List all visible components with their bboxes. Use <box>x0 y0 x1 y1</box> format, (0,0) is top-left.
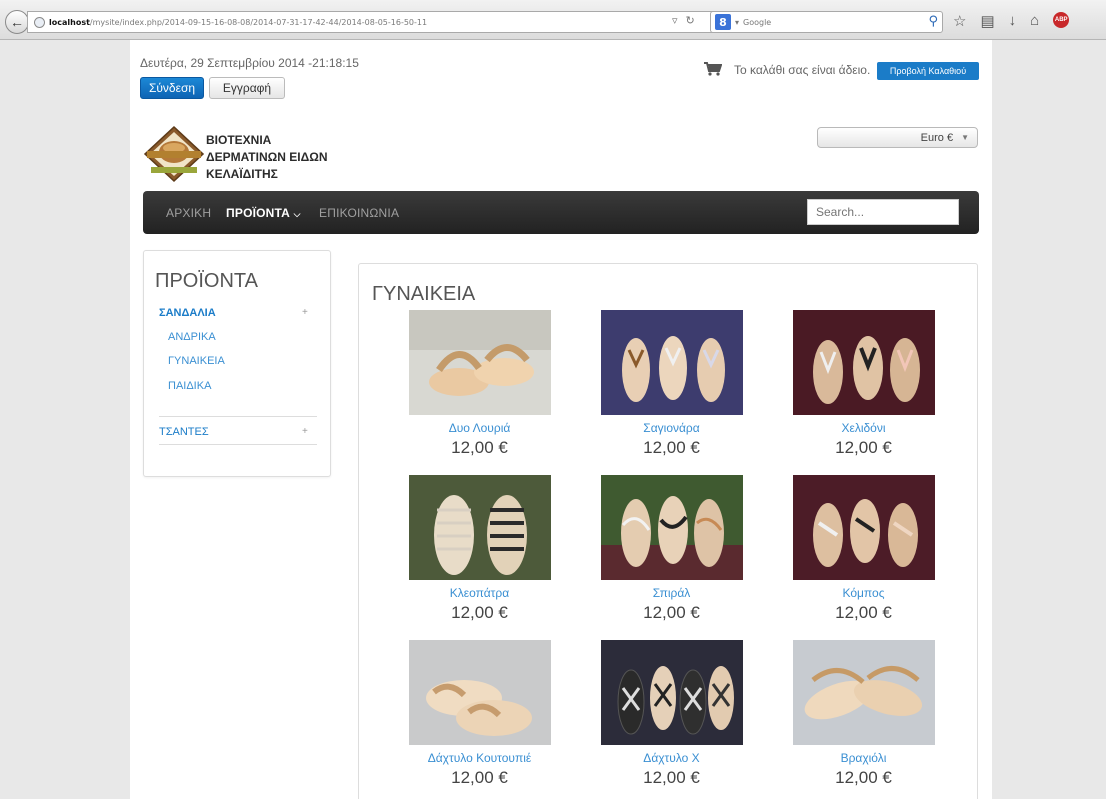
main-navbar: ΑΡΧΙΚΗ ΠΡΟΪΟΝΤΑ ⌵ ΕΠΙΚΟΙΝΩΝΙΑ <box>143 191 979 234</box>
browser-toolbar-icons: ☆ ▤ ↓ ⌂ ABP <box>953 12 1070 30</box>
star-icon[interactable]: ☆ <box>953 12 966 30</box>
login-button[interactable]: Σύνδεση <box>140 77 204 99</box>
google-icon: 8 <box>715 14 731 30</box>
chevron-down-icon: ▼ <box>961 133 969 142</box>
page-container: Δευτέρα, 29 Σεπτεμβρίου 2014 -21:18:15 Σ… <box>130 40 992 799</box>
product-image[interactable] <box>408 310 551 415</box>
register-button[interactable]: Εγγραφή <box>209 77 285 99</box>
category-sandals[interactable]: ΣΑΝΔΑΛΙΑ <box>159 307 216 319</box>
cart-status: Το καλάθι σας είναι άδειο. <box>734 63 871 77</box>
subcategory-kids[interactable]: ΠΑΙΔΙΚΑ <box>168 380 211 392</box>
product-card[interactable]: Κλεοπάτρα 12,00 € <box>407 475 552 623</box>
browser-search-placeholder: Google <box>743 17 772 27</box>
category-sidebar: ΠΡΟΪΟΝΤΑ ΣΑΝΔΑΛΙΑ + ΑΝΔΡΙΚΑ ΓΥΝΑΙΚΕΙΑ ΠΑ… <box>143 250 331 477</box>
product-name[interactable]: Δάχτυλο Χ <box>599 751 744 765</box>
product-card[interactable]: Δυο Λουριά 12,00 € <box>407 310 552 458</box>
nav-products[interactable]: ΠΡΟΪΟΝΤΑ ⌵ <box>226 206 301 220</box>
product-name[interactable]: Κλεοπάτρα <box>407 586 552 600</box>
nav-contact[interactable]: ΕΠΙΚΟΙΝΩΝΙΑ <box>319 206 399 220</box>
product-image[interactable] <box>792 310 935 415</box>
product-price: 12,00 € <box>451 438 508 457</box>
expand-plus-icon[interactable]: + <box>302 307 308 318</box>
product-card[interactable]: Κόμπος 12,00 € <box>791 475 936 623</box>
divider <box>159 444 317 445</box>
address-bar[interactable]: localhost/mysite/index.php/2014-09-15-16… <box>27 11 717 33</box>
product-price: 12,00 € <box>835 768 892 787</box>
product-card[interactable]: Χελιδόνι 12,00 € <box>791 310 936 458</box>
product-price: 12,00 € <box>643 768 700 787</box>
product-image[interactable] <box>792 475 935 580</box>
product-price: 12,00 € <box>835 438 892 457</box>
brand-logo <box>143 125 205 183</box>
product-price: 12,00 € <box>451 603 508 622</box>
category-bags[interactable]: ΤΣΑΝΤΕΣ <box>159 426 209 438</box>
product-name[interactable]: Χελιδόνι <box>791 421 936 435</box>
search-input[interactable] <box>807 199 959 225</box>
view-cart-button[interactable]: Προβολή Καλαθιού <box>877 62 979 80</box>
product-name[interactable]: Δάχτυλο Κουτουπιέ <box>407 751 552 765</box>
product-name[interactable]: Βραχιόλι <box>791 751 936 765</box>
product-image[interactable] <box>600 475 743 580</box>
adblock-icon[interactable]: ABP <box>1053 12 1070 28</box>
url-path: /mysite/index.php/2014-09-15-16-08-08/20… <box>89 17 428 27</box>
product-image[interactable] <box>600 310 743 415</box>
product-name[interactable]: Σπιράλ <box>599 586 744 600</box>
reload-icon[interactable]: ↻ <box>686 14 695 27</box>
home-icon[interactable]: ⌂ <box>1030 12 1039 30</box>
product-card[interactable]: Δάχτυλο Χ 12,00 € <box>599 640 744 788</box>
currency-select[interactable]: Euro € ▼ <box>817 127 978 148</box>
product-name[interactable]: Σαγιονάρα <box>599 421 744 435</box>
reader-list-icon[interactable]: ▤ <box>980 12 994 30</box>
currency-value: Euro € <box>920 131 954 144</box>
product-image[interactable] <box>408 475 551 580</box>
url-host: localhost <box>49 17 90 27</box>
product-image[interactable] <box>408 640 551 745</box>
product-card[interactable]: Βραχιόλι 12,00 € <box>791 640 936 788</box>
brand-line-1: ΒΙΟΤΕΧΝΙΑ <box>206 133 272 147</box>
brand-name: ΒΙΟΤΕΧΝΙΑ ΔΕΡΜΑΤΙΝΩΝ ΕΙΔΩΝ ΚΕΛΑΪΔΙΤΗΣ <box>206 132 328 183</box>
product-name[interactable]: Δυο Λουριά <box>407 421 552 435</box>
subcategory-women[interactable]: ΓΥΝΑΙΚΕΙΑ <box>168 355 225 367</box>
category-title: ΓΥΝΑΙΚΕΙΑ <box>372 283 476 305</box>
url-bar-icons: ▿ ↻ <box>672 14 695 27</box>
browser-search-box[interactable]: 8 ▾ Google ⚲ <box>710 11 943 33</box>
sidebar-title: ΠΡΟΪΟΝΤΑ <box>155 270 258 292</box>
product-name[interactable]: Κόμπος <box>791 586 936 600</box>
browser-toolbar: ← localhost/mysite/index.php/2014-09-15-… <box>0 0 1106 40</box>
product-price: 12,00 € <box>643 603 700 622</box>
nav-home[interactable]: ΑΡΧΙΚΗ <box>166 206 211 220</box>
download-arrow-icon[interactable]: ↓ <box>1009 12 1017 30</box>
brand-line-2: ΔΕΡΜΑΤΙΝΩΝ ΕΙΔΩΝ <box>206 150 328 164</box>
product-price: 12,00 € <box>451 768 508 787</box>
product-card[interactable]: Σαγιονάρα 12,00 € <box>599 310 744 458</box>
date-time: Δευτέρα, 29 Σεπτεμβρίου 2014 -21:18:15 <box>140 56 359 70</box>
bookmark-dropdown-icon[interactable]: ▿ <box>672 14 678 27</box>
product-image[interactable] <box>792 640 935 745</box>
product-card[interactable]: Σπιράλ 12,00 € <box>599 475 744 623</box>
product-price: 12,00 € <box>835 603 892 622</box>
product-image[interactable] <box>600 640 743 745</box>
product-listing: ΓΥΝΑΙΚΕΙΑ Δυο Λουριά 12,00 € Σαγιονάρα 1… <box>358 263 978 799</box>
divider <box>159 416 317 417</box>
subcategory-men[interactable]: ΑΝΔΡΙΚΑ <box>168 331 216 343</box>
nav-products-label: ΠΡΟΪΟΝΤΑ <box>226 206 291 220</box>
chevron-down-icon: ⌵ <box>293 209 301 219</box>
cart-icon <box>704 62 722 76</box>
magnifier-icon[interactable]: ⚲ <box>928 14 938 29</box>
expand-plus-icon[interactable]: + <box>302 426 308 437</box>
search-engine-dropdown-icon[interactable]: ▾ <box>735 18 739 27</box>
product-card[interactable]: Δάχτυλο Κουτουπιέ 12,00 € <box>407 640 552 788</box>
product-price: 12,00 € <box>643 438 700 457</box>
brand-line-3: ΚΕΛΑΪΔΙΤΗΣ <box>206 167 278 181</box>
globe-icon <box>34 16 45 28</box>
back-arrow-icon[interactable]: ← <box>5 10 29 34</box>
